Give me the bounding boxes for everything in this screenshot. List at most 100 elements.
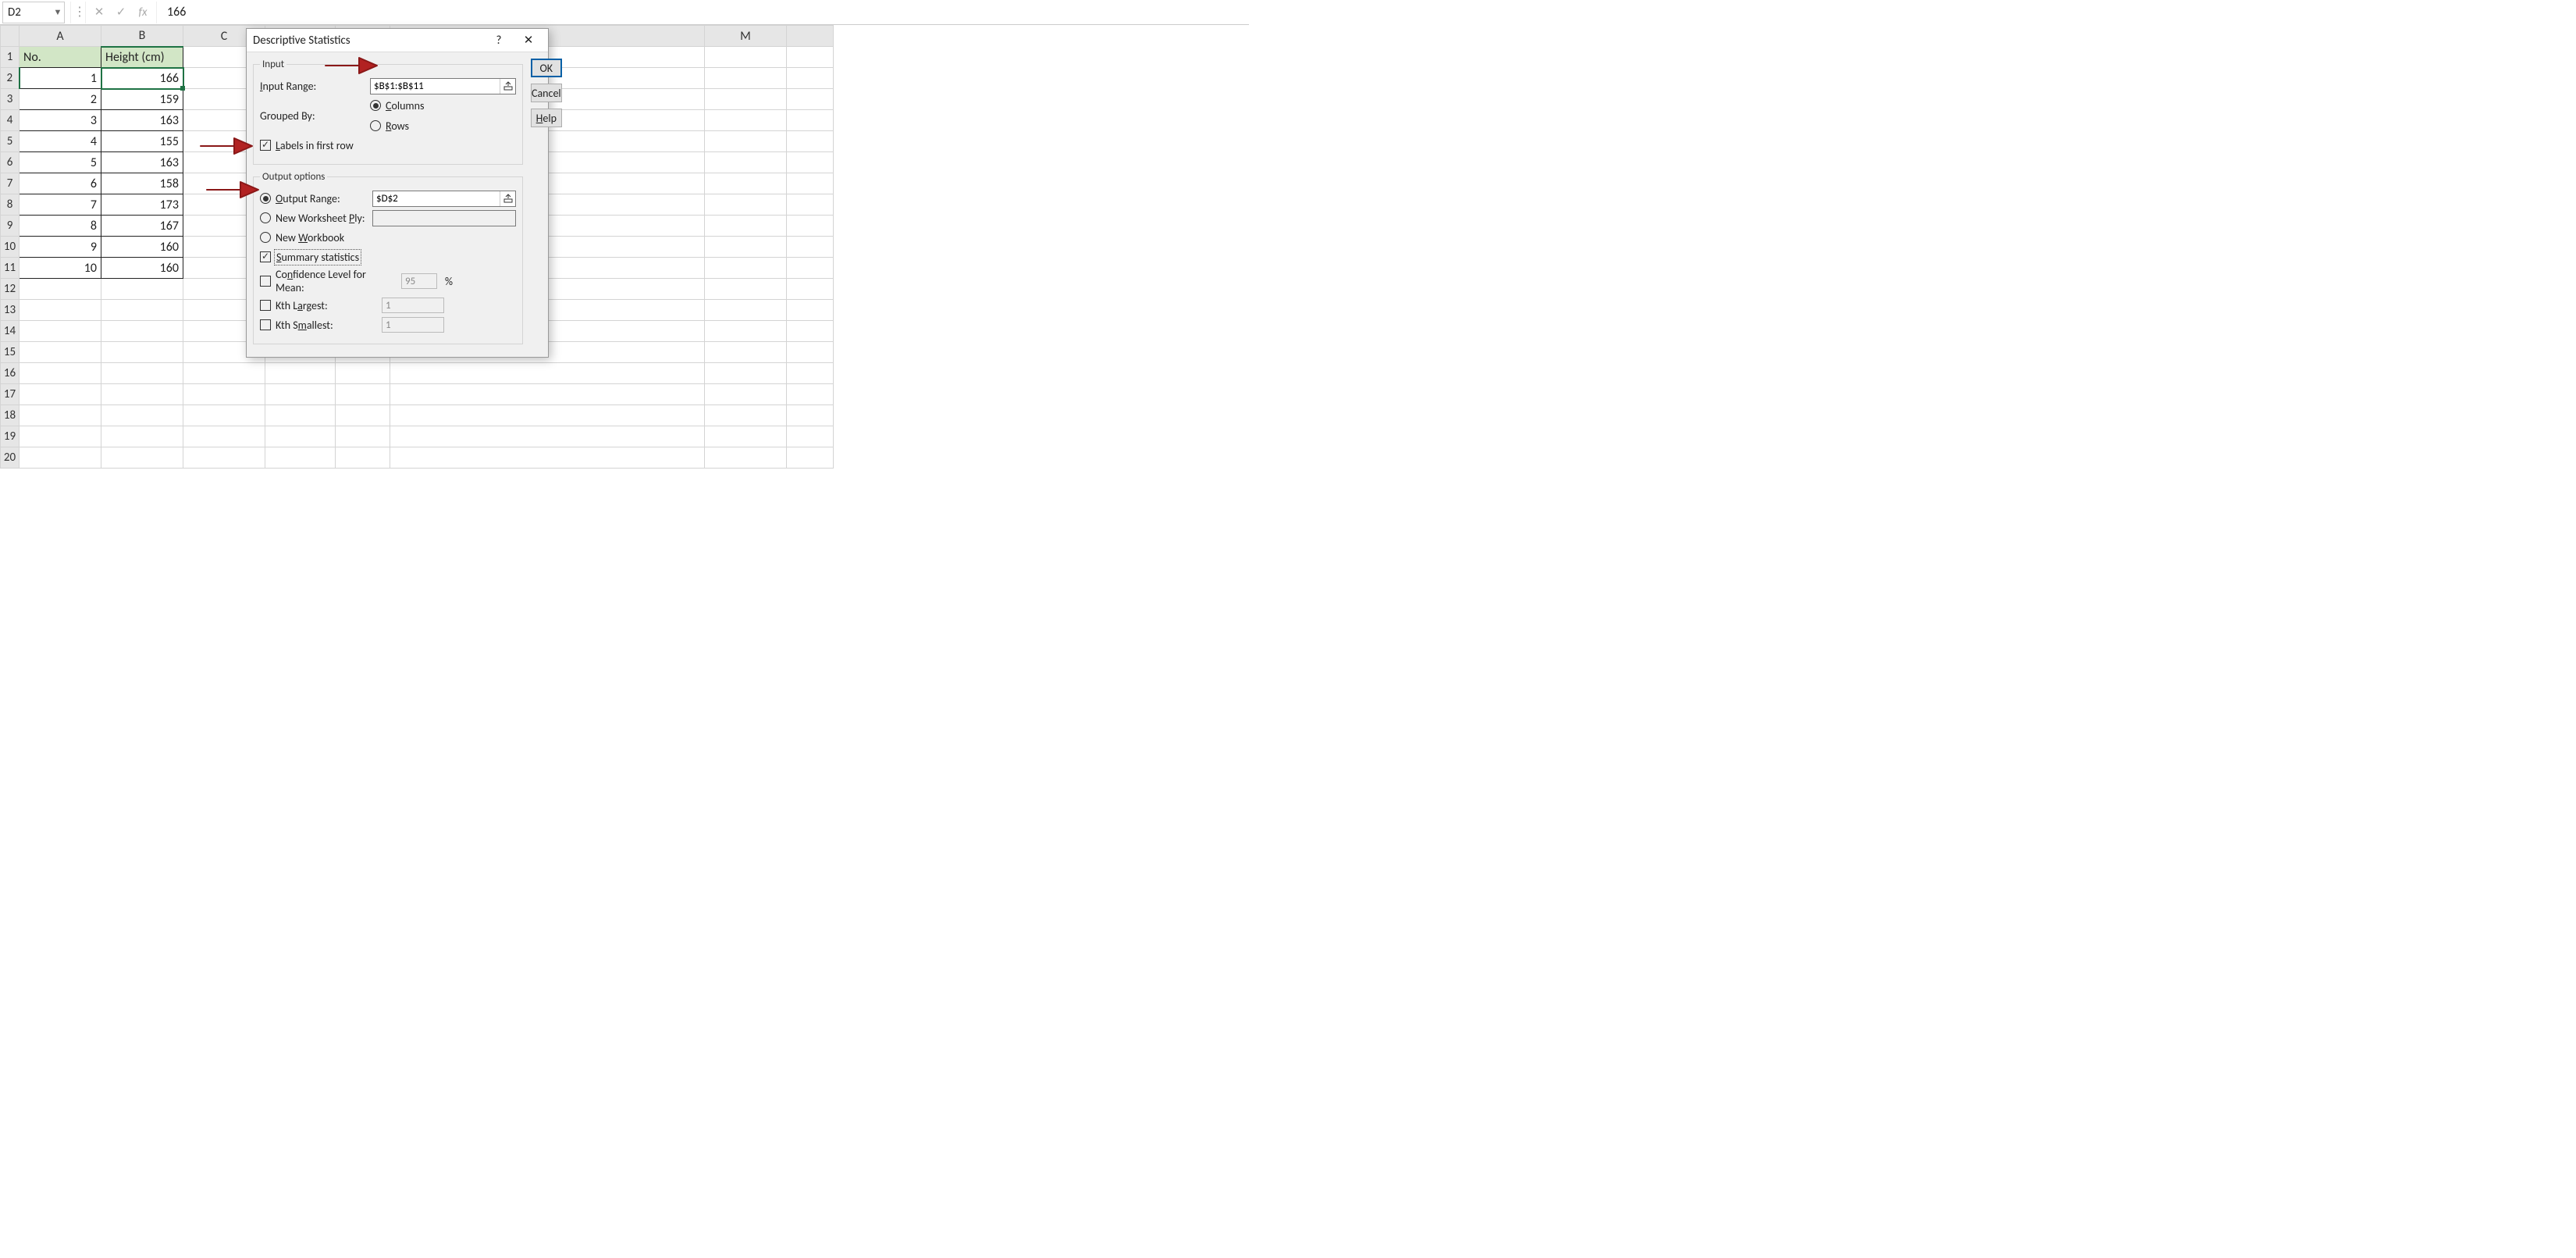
cell[interactable] <box>705 426 787 447</box>
new-workbook-radio[interactable]: New Workbook <box>260 229 516 246</box>
cell[interactable] <box>787 258 834 279</box>
cell[interactable]: 173 <box>101 194 183 216</box>
row-header[interactable]: 2 <box>1 68 20 89</box>
input-range-field[interactable] <box>370 78 516 94</box>
row-header[interactable]: 15 <box>1 342 20 363</box>
cell[interactable] <box>336 384 390 405</box>
row-header[interactable]: 9 <box>1 216 20 237</box>
cell[interactable] <box>183 405 265 426</box>
cell[interactable] <box>101 405 183 426</box>
cell[interactable] <box>787 216 834 237</box>
row-header[interactable]: 11 <box>1 258 20 279</box>
cell[interactable] <box>705 447 787 469</box>
cell[interactable] <box>705 152 787 173</box>
cell[interactable] <box>183 447 265 469</box>
cell[interactable] <box>787 173 834 194</box>
col-header[interactable]: M <box>705 26 787 47</box>
cell[interactable] <box>20 405 101 426</box>
cell[interactable]: 4 <box>20 131 101 152</box>
cell[interactable] <box>705 89 787 110</box>
col-header[interactable]: B <box>101 26 183 47</box>
cell[interactable]: 9 <box>20 237 101 258</box>
cell[interactable] <box>787 237 834 258</box>
cell[interactable] <box>336 426 390 447</box>
cell[interactable]: 3 <box>20 110 101 131</box>
cell[interactable] <box>705 47 787 68</box>
cell[interactable] <box>787 384 834 405</box>
new-worksheet-radio[interactable]: New Worksheet Ply: <box>260 209 516 226</box>
cell[interactable] <box>787 447 834 469</box>
row-header[interactable]: 13 <box>1 300 20 321</box>
cell[interactable]: 8 <box>20 216 101 237</box>
col-header[interactable] <box>787 26 834 47</box>
cell[interactable] <box>101 426 183 447</box>
cell[interactable] <box>705 363 787 384</box>
output-range-radio[interactable]: Output Range: <box>260 190 516 207</box>
grouped-rows-radio[interactable]: Rows <box>370 117 424 134</box>
name-box[interactable]: D2 ▼ <box>2 2 65 23</box>
close-icon[interactable]: ✕ <box>514 30 543 51</box>
cell[interactable] <box>265 447 336 469</box>
cell[interactable]: 163 <box>101 110 183 131</box>
row-header[interactable]: 7 <box>1 173 20 194</box>
cell[interactable] <box>787 300 834 321</box>
cell[interactable] <box>787 110 834 131</box>
cell[interactable]: 160 <box>101 237 183 258</box>
cell[interactable] <box>705 131 787 152</box>
cell[interactable] <box>336 405 390 426</box>
cell[interactable] <box>101 384 183 405</box>
cell[interactable]: 7 <box>20 194 101 216</box>
cell[interactable] <box>101 447 183 469</box>
cell[interactable] <box>705 216 787 237</box>
cell[interactable] <box>787 321 834 342</box>
cell[interactable] <box>390 363 705 384</box>
cell[interactable] <box>705 237 787 258</box>
cell[interactable] <box>336 363 390 384</box>
cell[interactable] <box>787 426 834 447</box>
cell[interactable] <box>20 384 101 405</box>
row-header[interactable]: 10 <box>1 237 20 258</box>
cell[interactable] <box>787 131 834 152</box>
cell[interactable] <box>101 279 183 300</box>
cell[interactable]: Height (cm) <box>101 47 183 68</box>
cell[interactable]: 2 <box>20 89 101 110</box>
output-range-field[interactable] <box>372 191 516 207</box>
cell[interactable]: 10 <box>20 258 101 279</box>
formula-input[interactable]: 166 <box>159 5 1249 20</box>
row-header[interactable]: 8 <box>1 194 20 216</box>
cell[interactable] <box>265 405 336 426</box>
cell[interactable]: No. <box>20 47 101 68</box>
range-picker-icon[interactable] <box>500 191 515 206</box>
cell[interactable]: 159 <box>101 89 183 110</box>
cell[interactable] <box>787 405 834 426</box>
cell[interactable] <box>101 342 183 363</box>
row-header[interactable]: 3 <box>1 89 20 110</box>
row-header[interactable]: 6 <box>1 152 20 173</box>
cell[interactable]: 5 <box>20 152 101 173</box>
row-header[interactable]: 1 <box>1 47 20 68</box>
output-range-input[interactable] <box>373 191 500 206</box>
cell[interactable] <box>705 194 787 216</box>
cell[interactable] <box>183 363 265 384</box>
fx-icon[interactable]: fx <box>132 2 154 23</box>
cell[interactable] <box>265 426 336 447</box>
cell[interactable] <box>705 258 787 279</box>
cell[interactable] <box>265 363 336 384</box>
cell[interactable] <box>705 405 787 426</box>
row-header[interactable]: 20 <box>1 447 20 469</box>
row-header[interactable]: 5 <box>1 131 20 152</box>
row-header[interactable]: 12 <box>1 279 20 300</box>
cell[interactable] <box>705 68 787 89</box>
cell[interactable] <box>787 89 834 110</box>
cell[interactable] <box>20 321 101 342</box>
row-header[interactable]: 14 <box>1 321 20 342</box>
cell[interactable] <box>787 152 834 173</box>
cancel-entry-icon[interactable]: ✕ <box>88 2 110 23</box>
dialog-titlebar[interactable]: Descriptive Statistics ? ✕ <box>247 29 548 52</box>
cell[interactable]: 167 <box>101 216 183 237</box>
cell[interactable] <box>265 384 336 405</box>
cell[interactable] <box>787 47 834 68</box>
cell[interactable] <box>20 447 101 469</box>
cell-selected[interactable]: 166 <box>101 68 183 89</box>
cell[interactable]: 160 <box>101 258 183 279</box>
